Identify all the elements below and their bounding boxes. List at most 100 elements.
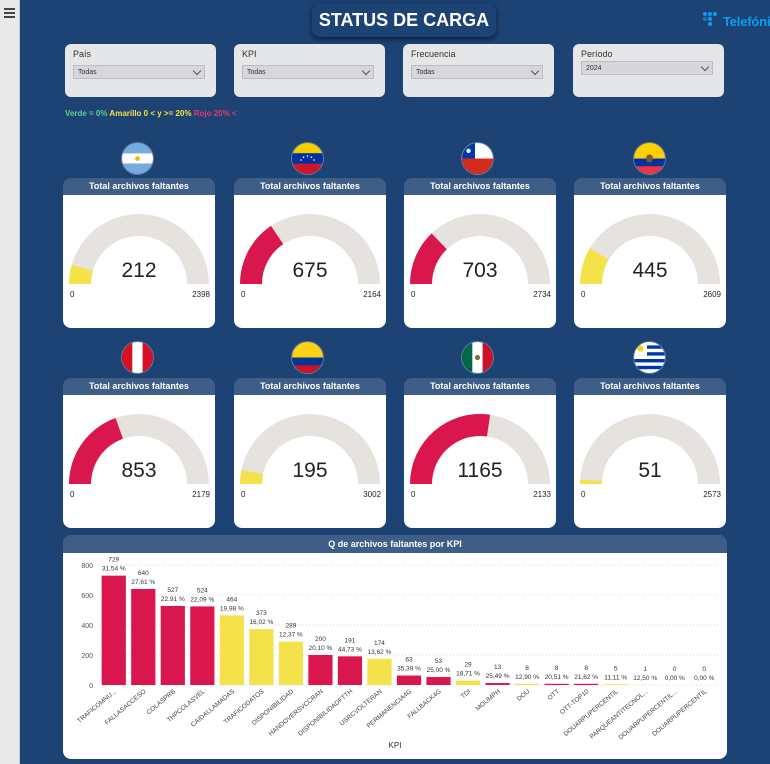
bar-percent-label: 20,10 %: [308, 645, 332, 652]
gauge-title: Total archivos faltantes: [404, 178, 556, 195]
bar[interactable]: [101, 575, 126, 685]
x-tick-label: DISPONIBILIDADFTTH: [297, 688, 354, 738]
bar-value-label: 200: [315, 636, 326, 643]
telefonica-logo-text: Telefónica: [723, 14, 770, 29]
bar-chart-body: 0 200 400 600 800 729 31,54 % TRAFICOMNU... 640 2…: [63, 553, 727, 759]
filter-pais-value: Todas: [78, 69, 97, 76]
bar-value-label: 13: [494, 664, 502, 671]
x-tick-label: DOUARPUPERCENTIL: [563, 688, 621, 738]
legend-yellow: Amarillo 0 < y >= 20%: [109, 109, 192, 118]
chevron-down-icon: [361, 66, 371, 76]
argentina-flag: [122, 143, 153, 174]
gauge-body: 703 0 2734: [404, 195, 556, 328]
bar[interactable]: [190, 606, 215, 685]
bar-value-label: 8: [555, 665, 559, 672]
gauge-max: 2179: [192, 490, 210, 499]
bar[interactable]: [574, 683, 599, 685]
gauge-body: 853 0 2179: [63, 395, 215, 528]
bar-percent-label: 18,71 %: [456, 671, 480, 678]
gauge-value: 703: [462, 259, 498, 282]
gauge-title: Total archivos faltantes: [234, 378, 386, 395]
chile-flag: [462, 143, 493, 174]
gauge-card-peru: Total archivos faltantes 853 0 2179: [63, 378, 215, 528]
legend-green: Verde = 0%: [65, 109, 108, 118]
bar-percent-label: 11,11 %: [604, 674, 627, 681]
legend-red: Rojo 20% <: [193, 109, 237, 118]
menu-icon[interactable]: [4, 8, 15, 18]
colombia-flag: [292, 342, 323, 373]
filter-frecuencia-select[interactable]: Todas: [411, 65, 543, 79]
gauge-min: 0: [241, 490, 246, 499]
y-tick-label: 200: [81, 653, 93, 660]
bar-value-label: 174: [374, 640, 385, 647]
gauge-max: 2734: [533, 290, 551, 299]
filter-pais-select[interactable]: Todas: [73, 65, 205, 79]
threshold-legend: Verde = 0% Amarillo 0 < y >= 20% Rojo 20…: [65, 109, 237, 118]
bar[interactable]: [455, 680, 481, 685]
left-sidebar: [0, 0, 20, 764]
gauge-value: 1165: [457, 459, 503, 482]
bar-percent-label: 25,49 %: [486, 673, 510, 680]
bar[interactable]: [219, 615, 244, 685]
gauge-value: 853: [121, 459, 157, 482]
gauge-card-colombia: Total archivos faltantes 195 0 3002: [234, 378, 386, 528]
x-tick-label: MOUMPH: [475, 688, 502, 713]
bar[interactable]: [485, 683, 510, 685]
bar[interactable]: [131, 589, 156, 685]
bar[interactable]: [426, 677, 451, 685]
bar-value-label: 0: [702, 666, 706, 673]
bar-percent-label: 21,62 %: [574, 674, 598, 681]
filter-kpi-select[interactable]: Todas: [242, 65, 374, 79]
bar-value-label: 53: [435, 658, 443, 665]
gauge-card-uruguay: Total archivos faltantes 51 0 2573: [574, 378, 726, 528]
ecuador-flag: [634, 143, 665, 174]
bar[interactable]: [514, 683, 540, 685]
gauge-body: 675 0 2164: [234, 195, 386, 328]
gauge-min: 0: [70, 290, 75, 299]
y-tick-label: 800: [81, 563, 93, 570]
bar-value-label: 8: [525, 665, 529, 672]
x-axis-title: KPI: [388, 741, 402, 750]
filter-periodo-select[interactable]: 2024: [581, 61, 713, 75]
bar-value-label: 5: [614, 665, 618, 672]
bar[interactable]: [249, 629, 274, 685]
gauge-title: Total archivos faltantes: [574, 378, 726, 395]
bar-percent-label: 0,00 %: [665, 675, 685, 682]
peru-flag: [122, 342, 153, 373]
x-tick-label: PARQUEANTITECNOL...: [589, 688, 650, 741]
y-tick-label: 0: [89, 683, 93, 690]
gauge-max: 2609: [703, 290, 721, 299]
bar-chart-title: Q de archivos faltantes por KPI: [63, 535, 727, 553]
filter-periodo-value: 2024: [586, 65, 602, 72]
gauge-value: 195: [292, 459, 328, 482]
bar-percent-label: 25,00 %: [427, 667, 451, 674]
bar[interactable]: [308, 655, 333, 685]
bar[interactable]: [160, 605, 185, 685]
bar-value-label: 729: [108, 557, 119, 564]
bar-percent-label: 20,51 %: [545, 674, 569, 681]
gauge-card-venezuela: Total archivos faltantes 675 0 2164: [234, 178, 386, 328]
bar[interactable]: [278, 641, 304, 685]
bar[interactable]: [603, 684, 628, 685]
bar-percent-label: 12,90 %: [515, 674, 539, 681]
telefonica-logo: Telefónica: [703, 10, 770, 34]
chevron-down-icon: [530, 66, 540, 76]
bar-value-label: 191: [345, 637, 356, 644]
bar[interactable]: [396, 675, 422, 685]
bar-value-label: 373: [256, 610, 267, 617]
bar-percent-label: 13,62 %: [368, 649, 392, 656]
gauge-min: 0: [411, 490, 416, 499]
gauge-min: 0: [411, 290, 416, 299]
filter-frecuencia-value: Todas: [416, 69, 435, 76]
bar[interactable]: [367, 658, 392, 685]
bar[interactable]: [544, 683, 569, 685]
chevron-down-icon: [700, 62, 710, 72]
gauge-body: 195 0 3002: [234, 395, 386, 528]
bar-percent-label: 12,37 %: [279, 632, 303, 639]
filter-pais-label: País: [73, 49, 92, 59]
page-title: STATUS DE CARGA: [312, 3, 496, 37]
uruguay-flag: [634, 342, 665, 373]
bar[interactable]: [337, 656, 363, 685]
filter-frecuencia-label: Frecuencia: [411, 49, 456, 59]
gauge-max: 2164: [363, 290, 381, 299]
